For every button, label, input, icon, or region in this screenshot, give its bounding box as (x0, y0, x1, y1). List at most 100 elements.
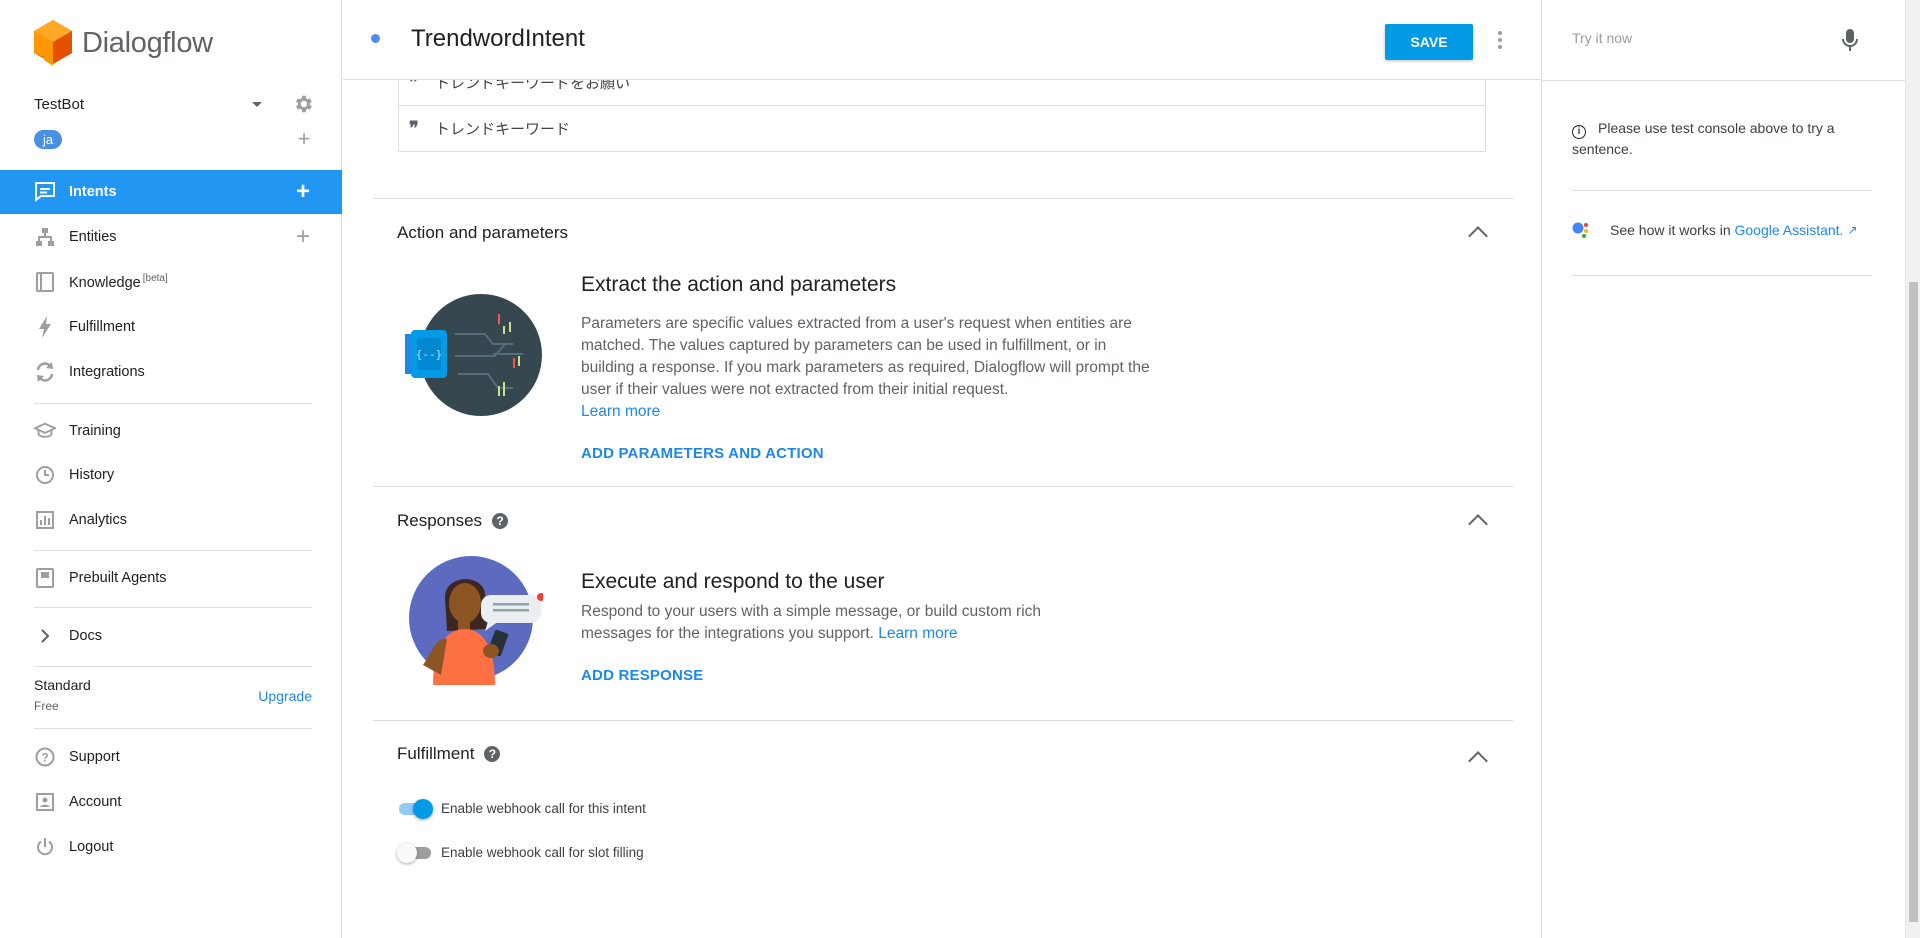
sidebar-item-integrations[interactable]: Integrations (0, 350, 342, 394)
add-entity-icon[interactable]: + (296, 225, 310, 249)
agent-selector[interactable]: TestBot (34, 92, 314, 116)
try-it-now-input[interactable]: Try it now (1572, 30, 1632, 46)
chevron-up-icon[interactable] (1468, 514, 1488, 534)
language-chip[interactable]: ja (34, 129, 63, 149)
chevron-right-icon (34, 625, 56, 647)
webhook-slot-filling-toggle-row[interactable]: Enable webhook call for slot filling (397, 841, 644, 863)
section-description: Respond to your users with a simple mess… (581, 603, 1042, 642)
sidebar-item-label: Fulfillment (69, 319, 136, 335)
toggle-label: Enable webhook call for this intent (441, 800, 646, 816)
sidebar-item-intents[interactable]: Intents + (0, 170, 342, 214)
webhook-intent-toggle[interactable] (397, 798, 433, 819)
console-info: i Please use test console above to try a … (1572, 120, 1835, 157)
add-intent-icon[interactable]: + (296, 180, 310, 204)
webhook-slot-filling-toggle[interactable] (397, 842, 433, 863)
add-language-icon[interactable]: + (294, 128, 314, 150)
sidebar-item-label: Entities (69, 229, 117, 245)
action-parameters-section: Action and parameters {--} Extract the a… (373, 198, 1513, 486)
sidebar-divider (34, 403, 312, 404)
divider (1572, 275, 1872, 276)
prebuilt-agents-icon (34, 567, 56, 589)
agent-name: TestBot (34, 95, 85, 113)
section-title: Fulfillment (397, 744, 475, 763)
add-response-button[interactable]: ADD RESPONSE (581, 667, 703, 684)
info-icon: i (1572, 125, 1586, 139)
sidebar-item-label: Docs (69, 628, 103, 644)
sidebar-item-label: Intents (69, 184, 117, 200)
status-dot (371, 34, 380, 43)
sidebar-item-logout[interactable]: Logout (0, 825, 342, 869)
integrations-icon (34, 361, 56, 383)
sidebar-item-label: Prebuilt Agents (69, 570, 167, 586)
knowledge-icon (34, 271, 56, 293)
sidebar-divider (34, 550, 312, 551)
sidebar-item-analytics[interactable]: Analytics (0, 498, 342, 542)
responses-section: Responses ? Execute and respond to the u… (373, 486, 1513, 720)
sidebar-item-support[interactable]: ? Support (0, 735, 342, 779)
sidebar-item-docs[interactable]: Docs (0, 614, 342, 658)
help-icon[interactable]: ? (484, 746, 501, 762)
svg-text:?: ? (41, 751, 48, 765)
google-assistant-link[interactable]: Google Assistant. (1735, 222, 1844, 238)
section-title: Responses (397, 511, 483, 530)
action-parameters-illustration: {--} (405, 294, 542, 416)
sidebar-item-entities[interactable]: Entities + (0, 215, 342, 259)
sidebar-item-label: Knowledge [beta] (69, 273, 168, 291)
entities-icon (34, 226, 56, 248)
chevron-down-icon[interactable] (252, 101, 262, 107)
sidebar-item-label: Logout (69, 839, 114, 855)
toggle-label: Enable webhook call for slot filling (441, 844, 644, 860)
language-row: ja + (34, 128, 314, 150)
microphone-icon[interactable] (1842, 28, 1858, 52)
sidebar-item-account[interactable]: Account (0, 780, 342, 824)
plan-info: Standard Free Upgrade (34, 677, 312, 713)
google-assistant-row: See how it works in Google Assistant. ↗ (1572, 220, 1858, 240)
training-phrase-row[interactable]: ❞ トレンドキーワード (399, 105, 1485, 151)
training-icon (34, 420, 56, 442)
scrollbar-thumb[interactable] (1909, 282, 1918, 922)
chevron-up-icon[interactable] (1468, 226, 1488, 246)
fulfillment-icon (34, 316, 56, 338)
section-description: Parameters are specific values extracted… (581, 315, 1150, 420)
sidebar-item-history[interactable]: History (0, 453, 342, 497)
quote-icon: ❞ (409, 118, 419, 139)
svg-text:{--}: {--} (416, 348, 443, 361)
sidebar-item-prebuilt-agents[interactable]: Prebuilt Agents (0, 556, 342, 600)
sidebar-item-fulfillment[interactable]: Fulfillment (0, 305, 342, 349)
scrollbar[interactable] (1905, 0, 1920, 938)
sidebar-item-label: Integrations (69, 364, 145, 380)
support-icon: ? (34, 746, 56, 768)
divider (1542, 80, 1906, 81)
upgrade-link[interactable]: Upgrade (258, 688, 312, 704)
training-phrase-text[interactable]: トレンドキーワード (435, 118, 570, 139)
intent-name[interactable]: TrendwordIntent (411, 25, 585, 53)
learn-more-link[interactable]: Learn more (878, 625, 957, 642)
learn-more-link[interactable]: Learn more (581, 403, 660, 420)
section-title-row: Fulfillment ? (397, 744, 501, 764)
chevron-up-icon[interactable] (1468, 751, 1488, 771)
more-vert-icon[interactable] (1495, 28, 1505, 52)
account-icon (34, 791, 56, 813)
save-button[interactable]: SAVE (1385, 24, 1473, 60)
gear-icon[interactable] (292, 93, 314, 115)
section-heading: Extract the action and parameters (581, 273, 897, 296)
intents-icon (34, 181, 56, 203)
sidebar-item-label: History (69, 467, 115, 483)
beta-badge: [beta] (142, 273, 168, 285)
webhook-intent-toggle-row[interactable]: Enable webhook call for this intent (397, 797, 646, 819)
sidebar-item-training[interactable]: Training (0, 409, 342, 453)
intent-header: TrendwordIntent SAVE (343, 0, 1541, 80)
google-assistant-icon (1572, 222, 1588, 238)
sidebar-item-label: Account (69, 794, 122, 810)
dialogflow-logo[interactable]: Dialogflow (34, 20, 213, 66)
sidebar-divider (34, 728, 312, 729)
sidebar-divider (34, 607, 312, 608)
analytics-icon (34, 509, 56, 531)
sidebar-divider (34, 666, 312, 667)
help-icon[interactable]: ? (492, 513, 509, 529)
section-title: Action and parameters (397, 223, 569, 242)
responses-illustration (409, 556, 543, 685)
add-parameters-button[interactable]: ADD PARAMETERS AND ACTION (581, 445, 824, 462)
sidebar-item-knowledge[interactable]: Knowledge [beta] (0, 260, 342, 304)
sidebar-item-label: Support (69, 749, 120, 765)
